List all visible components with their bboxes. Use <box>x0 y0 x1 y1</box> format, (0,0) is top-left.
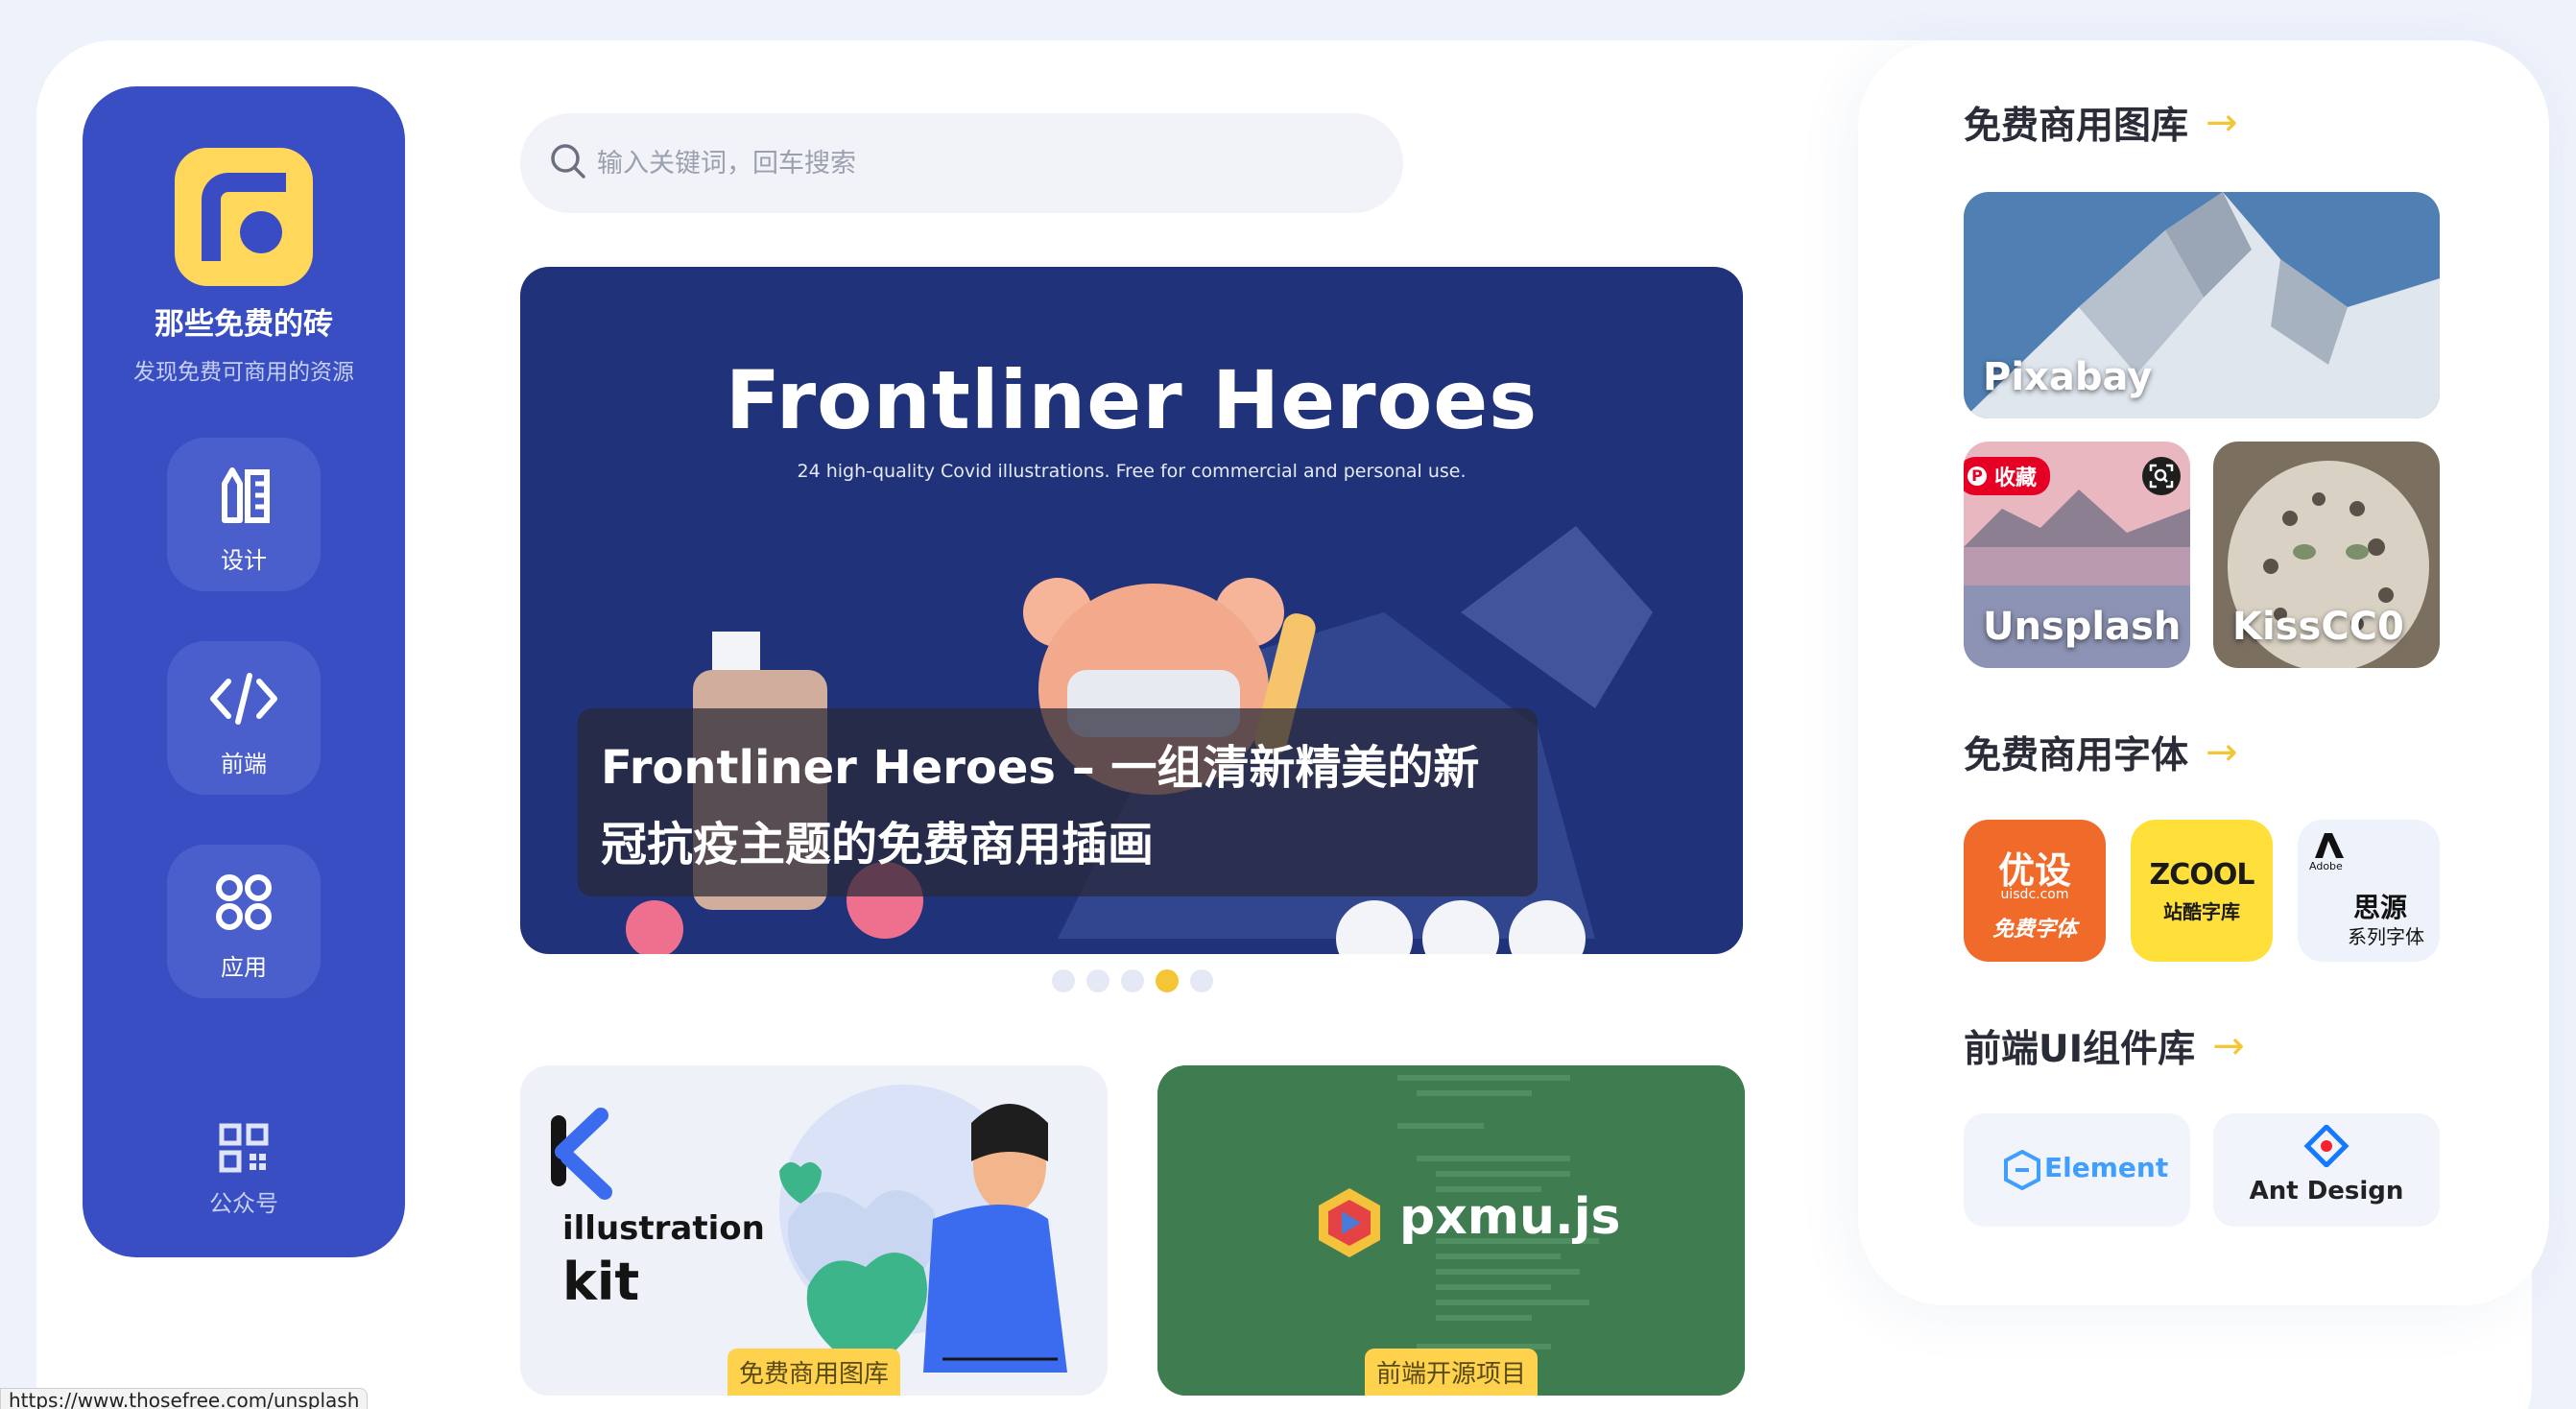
pinterest-icon: P <box>1968 466 1987 486</box>
sidebar: 那些免费的砖 发现免费可商用的资源 设计 前端 应用 公众号 <box>83 86 405 1257</box>
code-icon <box>167 668 321 729</box>
section-title-fonts[interactable]: 免费商用字体 → <box>1964 726 2238 779</box>
adobe-icon <box>2315 833 2344 858</box>
card-kit-line2: kit <box>562 1252 640 1312</box>
section-title-text: 前端UI组件库 <box>1964 1028 2196 1071</box>
card-tag[interactable]: 前端开源项目 <box>1364 1349 1538 1396</box>
hero-subtitle: 24 high-quality Covid illustrations. Fre… <box>797 461 1467 482</box>
status-url-bar: https://www.thosefree.com/unsplash <box>0 1388 369 1409</box>
section-title-images[interactable]: 免费商用图库 → <box>1964 96 2238 150</box>
search-bar <box>520 113 1403 213</box>
font-tile-title: ZCOOL <box>2149 858 2255 892</box>
hero-title: Frontliner Heroes <box>725 353 1538 447</box>
nav-item-design[interactable]: 设计 <box>167 438 321 591</box>
hero-caption[interactable]: Frontliner Heroes – 一组清新精美的新冠抗疫主题的免费商用插画 <box>578 708 1538 896</box>
site-logo[interactable] <box>175 148 313 286</box>
section-title-ui[interactable]: 前端UI组件库 → <box>1964 1019 2245 1073</box>
carousel-dot[interactable] <box>1190 969 1213 992</box>
font-tile-title: 优设 <box>1997 849 2071 892</box>
tile-label: Unsplash <box>1983 605 2182 649</box>
ant-design-logo-icon <box>2303 1125 2349 1167</box>
hero-carousel[interactable]: Frontliner Heroes 24 high-quality Covid … <box>520 267 1743 954</box>
nav-item-apps[interactable]: 应用 <box>167 845 321 998</box>
card-kit-line1: illustration <box>562 1209 765 1248</box>
carousel-dot[interactable] <box>1086 969 1109 992</box>
arrow-right-icon: → <box>2212 1024 2245 1068</box>
logo-dot <box>240 211 282 253</box>
element-logo-icon <box>2004 1150 2040 1190</box>
nav-label: 设计 <box>221 547 267 574</box>
arrow-right-icon: → <box>2206 101 2238 145</box>
qr-label: 公众号 <box>209 1190 278 1217</box>
tile-pixabay[interactable]: Pixabay <box>1964 192 2440 418</box>
qr-code-icon[interactable] <box>83 1123 405 1173</box>
brand-subtitle: 发现免费可商用的资源 <box>133 360 354 385</box>
pencil-ruler-icon <box>167 465 321 526</box>
search-icon <box>551 144 585 179</box>
save-pin-label: 收藏 <box>1994 466 2038 490</box>
carousel-dot-active[interactable] <box>1156 969 1179 992</box>
ui-tile-label: Ant Design <box>2249 1177 2404 1206</box>
arrow-right-icon: → <box>2206 730 2238 775</box>
card-tag[interactable]: 免费商用图库 <box>727 1349 901 1396</box>
visual-search-icon <box>2149 464 2174 489</box>
brand-title: 那些免费的砖 <box>155 307 333 342</box>
ui-tile-ant-design[interactable]: Ant Design <box>2213 1113 2440 1227</box>
font-tile-domain: uisdc.com <box>2000 887 2069 902</box>
section-title-text: 免费商用字体 <box>1964 734 2189 777</box>
tile-label: Pixabay <box>1983 355 2153 399</box>
apps-icon <box>167 872 321 933</box>
tile-unsplash[interactable]: P 收藏 Unsplash <box>1964 442 2190 668</box>
save-pin-button[interactable]: P 收藏 <box>1964 457 2051 495</box>
resource-card-illustration-kit[interactable]: illustration kit 免费商用图库 <box>520 1065 1108 1396</box>
section-title-text: 免费商用图库 <box>1964 105 2189 148</box>
font-tile-brand: Adobe <box>2309 860 2343 872</box>
nav-item-frontend[interactable]: 前端 <box>167 641 321 795</box>
font-tile-uisdc[interactable]: 优设 uisdc.com 免费字体 <box>1964 820 2106 962</box>
tile-kisscc0[interactable]: KissCC0 <box>2213 442 2440 668</box>
tile-label: KissCC0 <box>2232 605 2404 649</box>
carousel-dot[interactable] <box>1121 969 1144 992</box>
carousel-dots <box>1052 969 1213 992</box>
visual-search-button[interactable] <box>2142 457 2181 495</box>
font-tile-sub: 系列字体 <box>2348 925 2424 948</box>
ui-tile-element[interactable]: Element <box>1964 1113 2190 1227</box>
ui-tile-label: Element <box>2044 1152 2169 1183</box>
font-tile-source-han[interactable]: Adobe 思源 系列字体 <box>2298 820 2440 962</box>
font-tile-sub: 站酷字库 <box>2163 900 2240 923</box>
nav-label: 前端 <box>221 751 267 777</box>
font-tile-title: 思源 <box>2353 892 2408 923</box>
nav-label: 应用 <box>221 954 267 981</box>
font-tile-sub: 免费字体 <box>1992 918 2077 942</box>
carousel-dot[interactable] <box>1052 969 1075 992</box>
font-tile-zcool[interactable]: ZCOOL 站酷字库 <box>2131 820 2273 962</box>
search-input[interactable] <box>597 134 1365 192</box>
resource-card-pxmu[interactable]: pxmu.js 前端开源项目 <box>1157 1065 1745 1396</box>
pxmu-logo-text: pxmu.js <box>1399 1188 1621 1246</box>
right-panel: 免费商用图库 → Pixabay P 收藏 Unsplash KissCC0 免… <box>1858 40 2549 1305</box>
